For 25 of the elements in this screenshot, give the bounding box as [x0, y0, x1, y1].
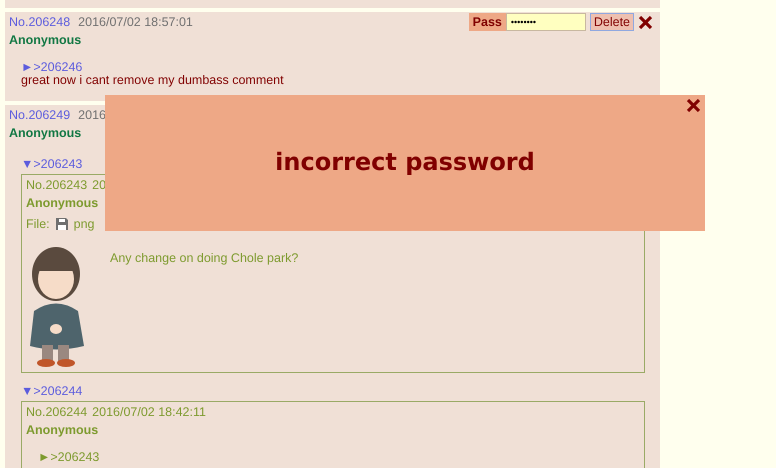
post-number[interactable]: No.206243 [26, 178, 88, 192]
error-message: incorrect password [275, 148, 535, 176]
delete-button[interactable]: Delete [590, 13, 634, 31]
post-number[interactable]: No.206244 [26, 405, 88, 419]
quote-link[interactable]: ►>206243 [38, 451, 640, 464]
close-icon[interactable] [686, 98, 701, 113]
pass-label: Pass [468, 13, 506, 31]
reply-link[interactable]: ▼>206244 [21, 383, 656, 399]
password-field[interactable]: •••••••• [506, 13, 586, 31]
post-number[interactable]: No.206248 [9, 15, 70, 29]
post-date: 2016 [78, 108, 106, 122]
poster-name: Anonymous [9, 32, 82, 49]
file-label: File: [26, 217, 50, 231]
quote-link[interactable]: ►>206246 [21, 61, 656, 74]
post-comment: great now i cant remove my dumbass comment [21, 74, 285, 87]
post-comment: Any change on doing Chole park? [110, 251, 298, 267]
post-date: 2016/07/02 18:57:01 [78, 15, 193, 29]
post-number[interactable]: No.206249 [9, 108, 70, 122]
save-icon[interactable] [56, 218, 68, 230]
poster-name: Anonymous [26, 422, 100, 439]
poster-name: Anonymous [9, 125, 82, 142]
file-type[interactable]: png [74, 217, 94, 231]
post-date: 2016/07/02 18:42:11 [92, 405, 206, 419]
poster-name: Anonymous [26, 195, 100, 212]
close-icon[interactable] [638, 14, 653, 30]
